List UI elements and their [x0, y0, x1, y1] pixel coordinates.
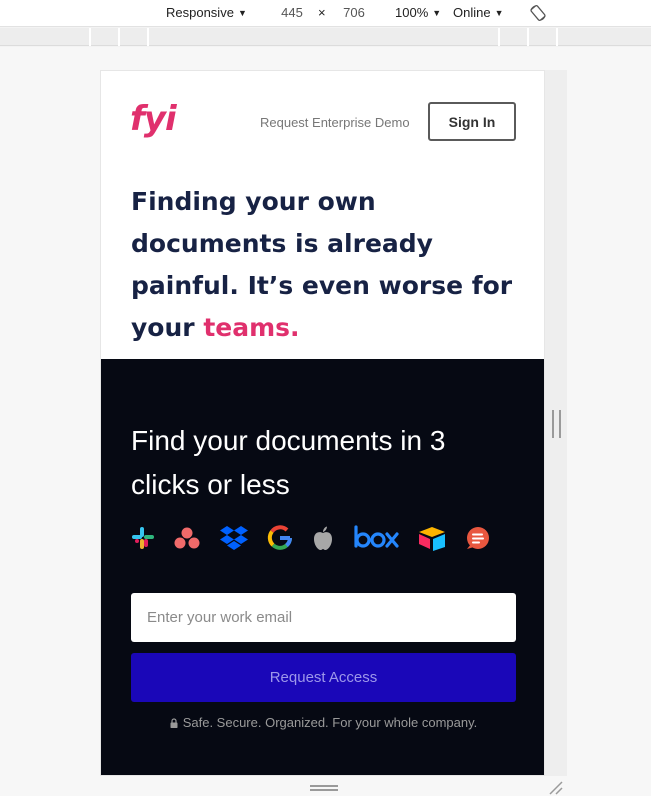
box-icon: [353, 524, 399, 556]
lock-icon: [170, 718, 178, 728]
zoom-dropdown[interactable]: 100% ▼: [395, 4, 441, 22]
sign-in-button[interactable]: Sign In: [428, 102, 516, 141]
asana-icon: [173, 526, 201, 555]
rotate-icon[interactable]: [529, 4, 547, 22]
resize-corner-icon[interactable]: [548, 780, 564, 796]
work-email-input[interactable]: [131, 593, 516, 642]
airtable-icon: [417, 525, 447, 556]
ruler-tick: [498, 28, 500, 46]
network-label: Online: [453, 5, 491, 20]
ruler-tick: [527, 28, 529, 46]
cta-title: Find your documents in 3 clicks or less: [131, 425, 446, 500]
chevron-down-icon: ▼: [494, 8, 504, 18]
cta-section: Find your documents in 3 clicks or less: [101, 359, 544, 775]
dropbox-icon: [219, 525, 249, 556]
chat-icon: [465, 525, 491, 556]
resize-handle-right[interactable]: [552, 410, 561, 438]
emulated-page: fyi Request Enterprise Demo Sign In Find…: [100, 70, 545, 776]
dimension-separator: ×: [318, 5, 326, 20]
ruler-tick: [556, 28, 558, 46]
media-query-ruler[interactable]: [0, 28, 651, 46]
hero-headline-text: Finding your own documents is already pa…: [131, 187, 513, 342]
network-throttle-dropdown[interactable]: Online ▼: [453, 4, 504, 22]
viewport-width-input[interactable]: 445: [269, 3, 315, 23]
chevron-down-icon: ▼: [432, 8, 442, 18]
security-note: Safe. Secure. Organized. For your whole …: [101, 715, 544, 730]
ruler-tick: [89, 28, 91, 46]
request-access-button[interactable]: Request Access: [131, 653, 516, 702]
integration-icons: [131, 524, 509, 556]
google-icon: [267, 524, 293, 556]
device-mode-label: Responsive: [166, 5, 234, 20]
ruler-tick: [118, 28, 120, 46]
slack-icon: [131, 526, 155, 555]
resize-handle-bottom[interactable]: [310, 785, 338, 791]
chevron-down-icon: ▼: [237, 8, 247, 18]
fyi-logo[interactable]: fyi: [130, 99, 177, 139]
viewport-height-input[interactable]: 706: [331, 3, 377, 23]
zoom-label: 100%: [395, 5, 429, 20]
ruler-tick: [147, 28, 149, 46]
security-note-text: Safe. Secure. Organized. For your whole …: [182, 715, 478, 730]
device-mode-dropdown[interactable]: Responsive ▼: [166, 4, 247, 22]
hero-headline: Finding your own documents is already pa…: [131, 181, 521, 349]
hero-headline-accent: teams.: [203, 313, 300, 342]
request-demo-link[interactable]: Request Enterprise Demo: [260, 115, 410, 130]
apple-icon: [311, 525, 335, 556]
devtools-toolbar: Responsive ▼ 445 × 706 100% ▼ Online ▼: [0, 0, 651, 27]
